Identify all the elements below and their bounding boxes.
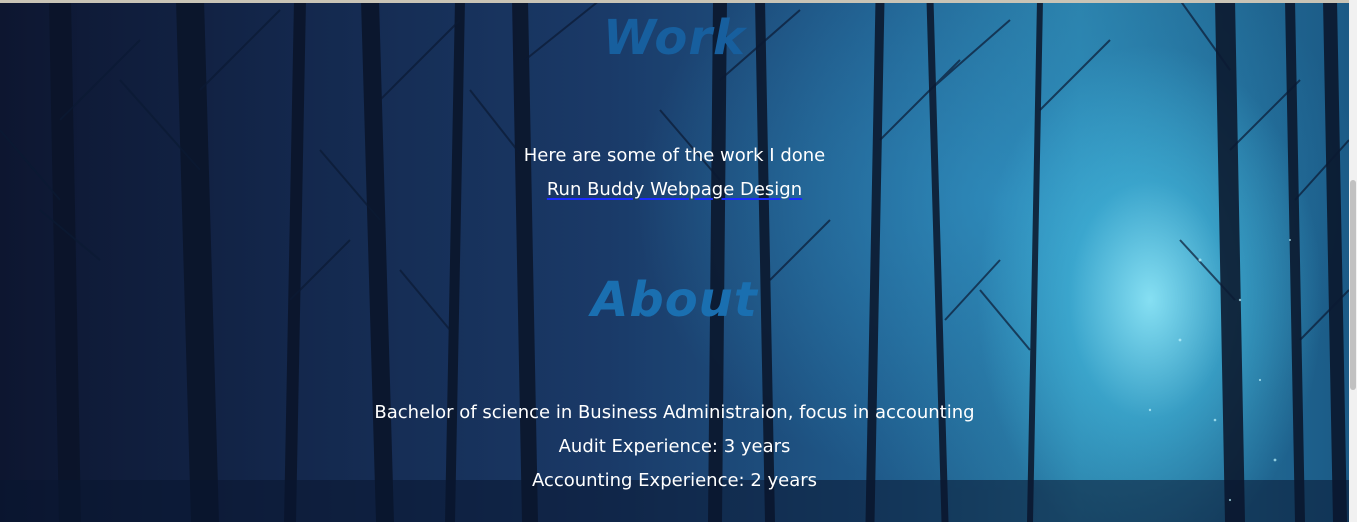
vertical-scrollbar[interactable] (1349, 0, 1357, 522)
page-content: Work Here are some of the work I done Ru… (0, 0, 1349, 522)
about-degree-text: Bachelor of science in Business Administ… (374, 402, 975, 423)
about-accounting-experience-text: Accounting Experience: 2 years (531, 470, 818, 491)
work-project-item: Run Buddy Webpage Design (0, 179, 1349, 201)
work-intro-text: Here are some of the work I done (523, 145, 826, 166)
about-audit-experience-text: Audit Experience: 3 years (558, 436, 791, 457)
work-heading: Work (603, 10, 746, 66)
run-buddy-link[interactable]: Run Buddy Webpage Design (547, 179, 802, 200)
about-heading: About (591, 272, 758, 328)
scrollbar-thumb[interactable] (1350, 180, 1356, 390)
